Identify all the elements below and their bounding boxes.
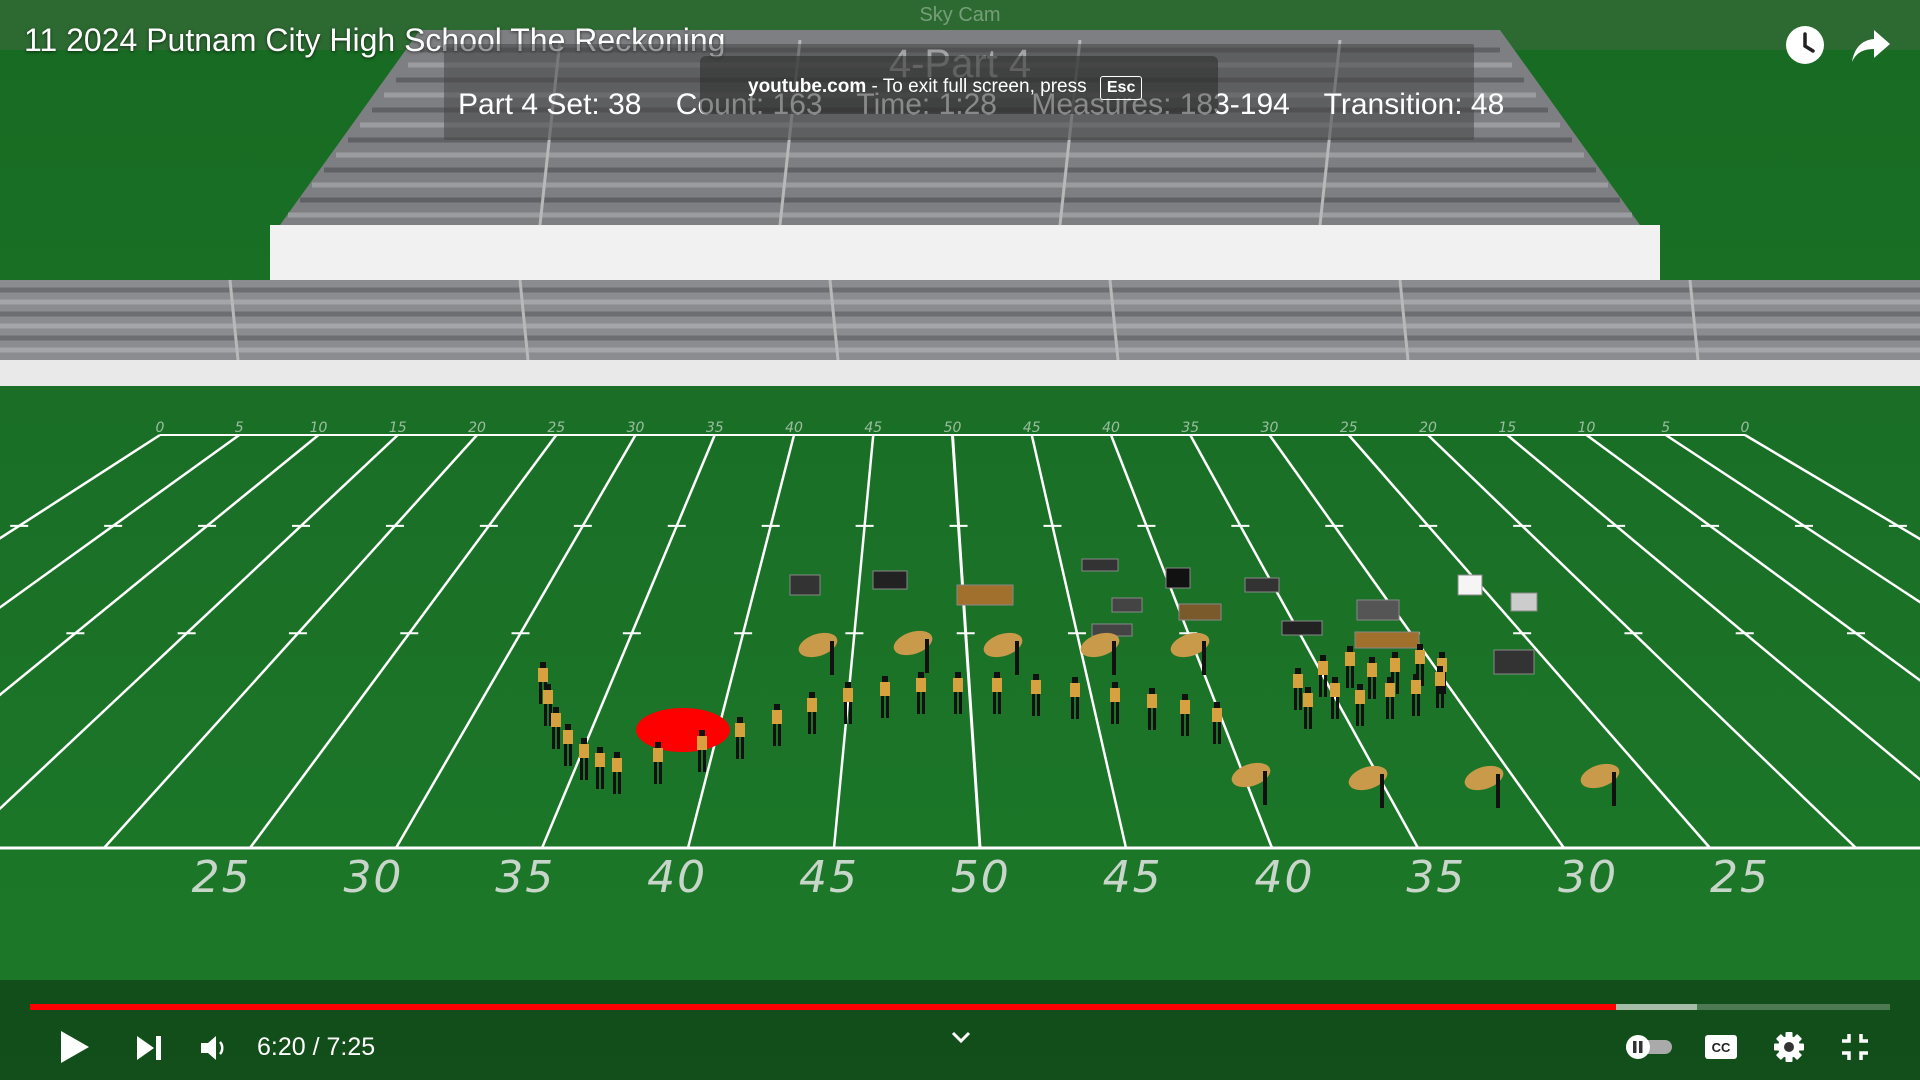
play-icon[interactable] <box>56 1028 92 1066</box>
autoplay-toggle-icon[interactable] <box>1622 1032 1676 1062</box>
pit-instrument <box>1244 577 1280 593</box>
gear-icon[interactable] <box>1772 1030 1806 1064</box>
yard-number: 30 <box>343 852 403 903</box>
pit-instrument <box>1510 592 1538 612</box>
volume-icon[interactable] <box>198 1033 228 1063</box>
pit-instrument <box>1081 558 1119 572</box>
yard-number: 45 <box>799 852 859 903</box>
progress-played <box>30 1004 1617 1010</box>
pit-instrument <box>1281 620 1323 636</box>
next-icon[interactable] <box>134 1033 164 1063</box>
yard-number: 35 <box>1406 852 1466 903</box>
yard-number: 50 <box>951 852 1011 903</box>
pit-instrument <box>1356 599 1400 621</box>
time-display: 6:20 / 7:25 <box>257 1033 376 1061</box>
yard-number: 40 <box>1254 852 1314 903</box>
far-yard-number: 5 <box>1661 420 1670 436</box>
set-label: Part 4 Set: 38 <box>458 88 642 121</box>
far-yard-number: 10 <box>310 420 328 436</box>
football-field <box>0 386 1920 1080</box>
pit-instrument <box>1178 603 1222 621</box>
video-frame[interactable]: 0 5 10 15 20 25 30 35 40 45 50 45 40 35 30 25 20 15 10 5 0 2… <box>0 0 1920 1080</box>
cc-icon[interactable]: CC <box>1704 1034 1738 1060</box>
pit-instrument <box>1111 597 1143 613</box>
yard-number: 40 <box>647 852 707 903</box>
notice-site: youtube.com <box>748 76 867 97</box>
far-yard-number: 25 <box>547 420 565 436</box>
pit-instrument <box>956 584 1014 606</box>
far-yard-number: 30 <box>1261 420 1279 436</box>
far-yard-number: 45 <box>864 420 882 436</box>
far-yard-number: 25 <box>1340 420 1358 436</box>
yard-number: 45 <box>1103 852 1163 903</box>
far-yard-number: 50 <box>944 420 962 436</box>
far-yard-number: 20 <box>1419 420 1437 436</box>
pit-instrument <box>1165 567 1191 589</box>
yard-number: 30 <box>1558 852 1618 903</box>
pit-instrument <box>1354 631 1420 649</box>
exit-fullscreen-icon[interactable] <box>1840 1032 1870 1062</box>
notice-message: To exit full screen, press <box>882 76 1087 97</box>
camera-label: Sky Cam <box>919 4 1001 26</box>
yard-number: 25 <box>1710 852 1770 903</box>
fullscreen-notice-text: youtube.com - To exit full screen, press… <box>748 76 1143 100</box>
far-yard-number: 30 <box>627 420 645 436</box>
far-yard-number: 45 <box>1023 420 1041 436</box>
far-yard-number: 35 <box>706 420 724 436</box>
far-yard-number: 0 <box>156 420 165 436</box>
transition-label: Transition: 48 <box>1323 88 1505 121</box>
svg-text:CC: CC <box>1712 1040 1731 1055</box>
far-yard-number: 10 <box>1578 420 1596 436</box>
pit-instrument <box>789 574 821 596</box>
far-yard-number: 20 <box>468 420 486 436</box>
far-sideline-numbers: 0 5 10 15 20 25 30 35 40 45 50 45 40 35 30 25 20 15 10 5 0 <box>156 420 1750 436</box>
far-yard-number: 0 <box>1741 420 1750 436</box>
pit-instrument <box>872 570 908 590</box>
highlighted-performer-marker <box>636 708 730 752</box>
esc-key-badge: Esc <box>1099 76 1143 100</box>
yard-number: 35 <box>495 852 555 903</box>
notice-separator: - <box>871 76 878 97</box>
far-yard-number: 40 <box>785 420 803 436</box>
far-yard-number: 15 <box>1498 420 1516 436</box>
chevron-down-icon[interactable] <box>950 1030 972 1046</box>
pit-instrument <box>1493 649 1535 675</box>
far-yard-number: 5 <box>235 420 244 436</box>
far-yard-number: 35 <box>1181 420 1199 436</box>
far-yard-number: 40 <box>1102 420 1120 436</box>
pit-instrument <box>1457 574 1483 596</box>
far-yard-number: 15 <box>389 420 407 436</box>
yard-number: 25 <box>192 852 252 903</box>
